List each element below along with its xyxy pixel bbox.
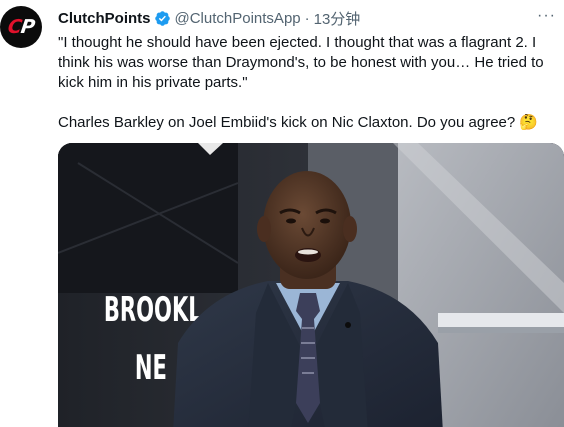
timestamp[interactable]: 13分钟 xyxy=(314,8,361,29)
tweet-text: "I thought he should have been ejected. … xyxy=(58,33,558,133)
tweet-caption-line: Charles Barkley on Joel Embiid's kick on… xyxy=(58,113,558,133)
thinking-face-emoji: 🤔 xyxy=(519,114,539,131)
separator-dot: · xyxy=(304,9,310,27)
handle[interactable]: @ClutchPointsApp xyxy=(175,10,301,27)
display-name[interactable]: ClutchPoints xyxy=(58,10,151,27)
verified-badge-icon xyxy=(154,10,170,26)
sign-text-line1: BROOKL xyxy=(104,290,202,330)
more-dots-icon[interactable]: ··· xyxy=(537,8,556,24)
tweet-header: ClutchPoints @ClutchPointsApp · 13分钟 xyxy=(58,8,554,28)
tweet-media-image[interactable]: BROOKL NE xyxy=(58,143,564,427)
tweet-quote: "I thought he should have been ejected. … xyxy=(58,34,544,91)
tweet-card[interactable]: CP ClutchPoints @ClutchPointsApp · 13分钟 … xyxy=(0,0,564,427)
tweet-caption: Charles Barkley on Joel Embiid's kick on… xyxy=(58,114,516,131)
avatar[interactable]: CP xyxy=(0,6,42,48)
sign-text-line2: NE xyxy=(135,348,167,388)
studio-scene-image: BROOKL NE xyxy=(58,143,564,427)
avatar-logo: CP xyxy=(6,16,36,38)
